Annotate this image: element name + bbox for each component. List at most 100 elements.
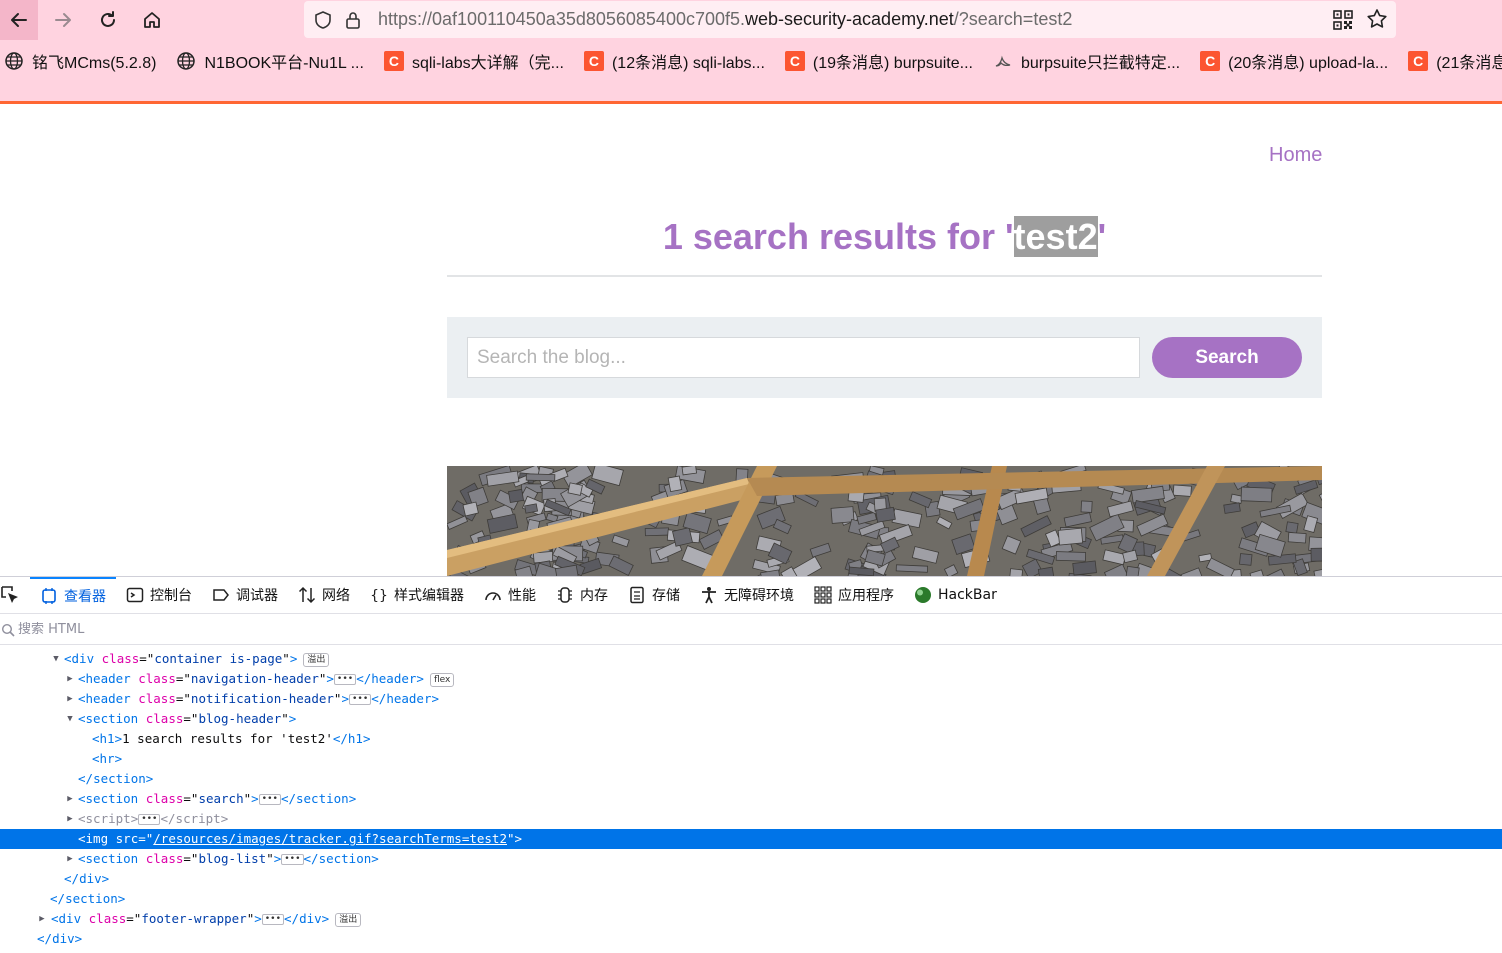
devtools-tab[interactable]: 控制台 — [116, 577, 202, 614]
markup-node-div-container[interactable]: ▼ <div class="container is-page"> 溢出 — [0, 649, 1502, 669]
url-bar[interactable]: https://0af100110450a35d8056085400c700f5… — [304, 1, 1396, 38]
tag-name: header — [85, 691, 131, 706]
bookmark-item[interactable]: C (21条消息) pika — [1408, 49, 1502, 73]
bookmark-item[interactable]: C (20条消息) upload-la... — [1200, 49, 1388, 73]
search-input[interactable] — [467, 337, 1140, 378]
markup-close-div[interactable]: </div> — [0, 929, 1502, 949]
tag-name: hr — [99, 751, 115, 766]
ellipsis-icon[interactable]: ••• — [258, 794, 281, 805]
devtools-tab-label: 查看器 — [64, 589, 106, 605]
markup-node-script[interactable]: ▶ <script> ••• </script> — [0, 809, 1502, 829]
search-button[interactable]: Search — [1152, 337, 1302, 378]
collapsed-twisty-icon[interactable]: ▶ — [65, 689, 75, 709]
ellipsis-icon[interactable]: ••• — [261, 914, 285, 925]
markup-node-h1[interactable]: <h1>1 search results for 'test2'</h1> — [0, 729, 1502, 749]
bookmarks-bar: 铭飞MCms(5.2.8) N1BOOK平台-Nu1L ... Csqli-labs… — [0, 44, 1502, 78]
shield-icon[interactable] — [312, 9, 334, 31]
bookmark-label: (12条消息) sqli-labs... — [611, 55, 765, 72]
overflow-badge[interactable]: 溢出 — [335, 912, 362, 927]
devtools-tab[interactable]: 性能 — [474, 577, 546, 614]
devtools-tab[interactable]: 无障碍环境 — [690, 577, 804, 614]
devtools-tab[interactable]: 内存 — [546, 577, 618, 614]
back-button[interactable] — [0, 0, 38, 40]
home-button[interactable] — [133, 0, 171, 40]
ellipsis-icon[interactable]: ••• — [138, 814, 161, 825]
tag-name: header — [85, 671, 131, 686]
memory-icon — [556, 586, 574, 604]
bookmark-label: (20条消息) upload-la... — [1228, 55, 1389, 72]
devtools-tab-label: 控制台 — [150, 588, 192, 604]
bookmark-item[interactable]: C (19条消息) burpsuite... — [784, 49, 973, 73]
devtools-tab-label: 网络 — [322, 588, 350, 604]
bookmark-star-icon[interactable] — [1366, 8, 1388, 30]
markup-node-section-blog-list[interactable]: ▶ <section class="blog-list"> ••• </sectio… — [0, 849, 1502, 869]
devtools-tab-label: 内存 — [580, 588, 608, 604]
devtools-tab[interactable]: 存储 — [618, 577, 690, 614]
collapsed-twisty-icon[interactable]: ▶ — [65, 789, 75, 809]
markup-close-section[interactable]: </section> — [0, 889, 1502, 909]
markup-node-header-navigation[interactable]: ▶ <header class="navigation-header"> ••• <… — [0, 669, 1502, 689]
tag-name: section — [85, 851, 139, 866]
devtools-tab[interactable]: 应用程序 — [804, 577, 904, 614]
type-case-picture — [447, 466, 1322, 576]
collapsed-twisty-icon[interactable]: ▶ — [65, 669, 75, 689]
arrow-right-icon — [55, 13, 71, 27]
lock-icon[interactable] — [342, 9, 364, 31]
bookmark-item[interactable]: N1BOOK平台-Nu1L ... — [176, 49, 364, 73]
flex-badge[interactable]: flex — [429, 672, 455, 687]
csdn-icon: C — [583, 51, 604, 71]
devtools-tab[interactable]: HackBar — [904, 577, 1007, 614]
csdn-icon: C — [1408, 51, 1429, 71]
arrow-left-icon — [11, 13, 27, 27]
bookmark-item[interactable]: burpsuite只拦截特定... — [993, 49, 1180, 73]
home-icon — [144, 12, 160, 28]
results-suffix: ' — [1097, 216, 1107, 257]
collapsed-twisty-icon[interactable]: ▶ — [65, 809, 75, 829]
devtools-tab-label: 性能 — [508, 588, 536, 604]
markup-node-section-search[interactable]: ▶ <section class="search"> ••• </section> — [0, 789, 1502, 809]
markup-close-section[interactable]: </section> — [0, 769, 1502, 789]
devtools-tab[interactable]: 查看器 — [30, 576, 116, 614]
markup-node-hr[interactable]: <hr> — [0, 749, 1502, 769]
tag-name: h1 — [347, 731, 363, 746]
collapsed-twisty-icon[interactable]: ▶ — [65, 849, 75, 869]
ellipsis-icon[interactable]: ••• — [348, 694, 372, 705]
tag-name: header — [386, 691, 432, 706]
markup-node-header-notification[interactable]: ▶ <header class="notification-header"> ••… — [0, 689, 1502, 709]
tag-name: section — [85, 711, 139, 726]
markup-close-div[interactable]: </div> — [0, 869, 1502, 889]
forward-button[interactable] — [44, 0, 82, 40]
attr-name: class — [101, 651, 140, 666]
markup-node-img-selected[interactable]: <img src="/resources/images/tracker.gif?… — [0, 829, 1502, 849]
expanded-twisty-icon[interactable]: ▼ — [65, 709, 75, 729]
devtools-panel: 查看器 控制台 调试器 网络 {} 样式编辑器 性能 内存 存储 无障碍环境 应用程序 HackBar… — [0, 576, 1502, 953]
attr-name: class — [145, 791, 184, 806]
html-search-input[interactable] — [18, 622, 618, 637]
ellipsis-icon[interactable]: ••• — [333, 674, 357, 685]
bookmark-label: (21条消息) pika — [1436, 55, 1502, 72]
bookmark-item[interactable]: Csqli-labs大详解（完... — [383, 49, 564, 73]
expanded-twisty-icon[interactable]: ▼ — [51, 649, 61, 669]
devtools-tab[interactable]: 网络 — [288, 577, 360, 614]
devtools-tab-label: 应用程序 — [838, 588, 894, 604]
home-link[interactable]: Home — [1269, 144, 1322, 167]
element-picker-icon[interactable] — [0, 577, 30, 614]
overflow-badge[interactable]: 溢出 — [303, 652, 330, 667]
collapsed-twisty-icon[interactable]: ▶ — [37, 909, 47, 929]
devtools-tab[interactable]: 调试器 — [202, 577, 288, 614]
devtools-tab[interactable]: {} 样式编辑器 — [360, 577, 474, 614]
markup-node-div-footer[interactable]: ▶ <div class="footer-wrapper"> ••• </div> 溢… — [0, 909, 1502, 929]
bookmark-item[interactable]: 铭飞MCms(5.2.8) — [4, 49, 156, 73]
blog-post-image[interactable] — [447, 466, 1322, 576]
tracker-src-link[interactable]: /resources/images/tracker.gif?searchTerm… — [153, 831, 507, 846]
attr-value: blog-list — [198, 851, 267, 866]
title-divider — [447, 275, 1322, 277]
ellipsis-icon[interactable]: ••• — [281, 854, 304, 865]
markup-node-section-blog-header[interactable]: ▼ <section class="blog-header"> — [0, 709, 1502, 729]
attr-value: navigation-header — [190, 671, 319, 686]
qr-code-icon[interactable] — [1332, 9, 1354, 31]
devtools-tab-label: 样式编辑器 — [394, 588, 464, 604]
reload-button[interactable] — [89, 0, 127, 40]
bookmark-item[interactable]: C (12条消息) sqli-labs... — [583, 49, 765, 73]
tag-name: h1 — [99, 731, 115, 746]
